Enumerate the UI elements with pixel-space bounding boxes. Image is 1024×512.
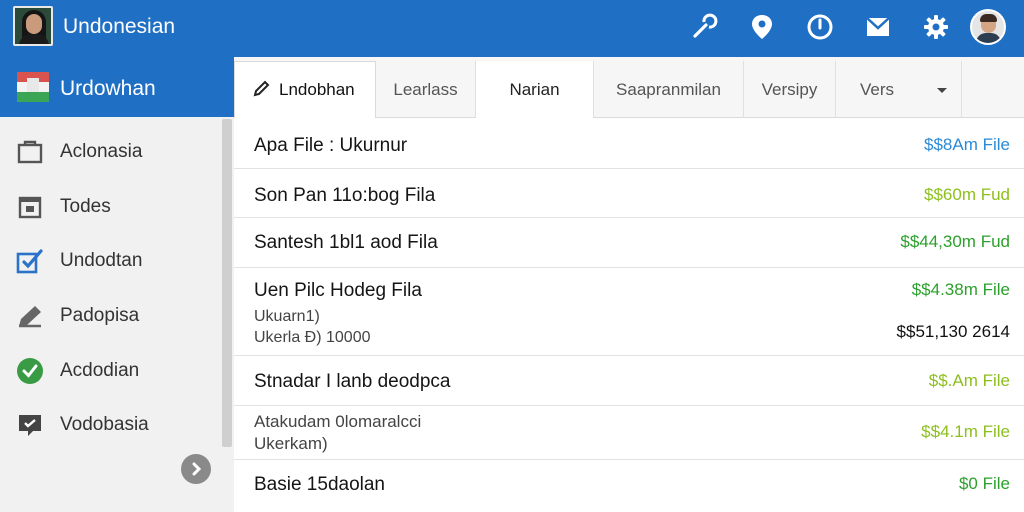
sidebar-scrollbar[interactable]	[222, 119, 232, 447]
user-avatar[interactable]	[970, 9, 1006, 45]
check-circle-icon	[16, 357, 44, 385]
location-pin-icon[interactable]	[744, 9, 780, 45]
tab-label: Vers	[860, 79, 895, 99]
row-title: Basie 15daolan	[254, 474, 385, 495]
tab-label: Narian	[509, 79, 560, 99]
chat-icon	[16, 411, 44, 439]
tab-lndobhan[interactable]: Lndobhan	[234, 61, 376, 118]
row-title: Son Pan 11o:bog Fila	[254, 185, 436, 206]
tab-learlass[interactable]: Learlass	[376, 61, 476, 118]
sidebar-item-label: Padopisa	[60, 305, 140, 327]
row-subtitle: Ukuarn1)	[254, 308, 320, 325]
sidebar-item-aclonasia[interactable]: Aclonasia	[0, 125, 222, 180]
tab-label: Saapranmilan	[616, 79, 721, 99]
row-title: Uen Pilc Hodeg Fila	[254, 280, 422, 301]
gear-icon[interactable]	[918, 9, 954, 45]
row-title: Stnadar I lanb deodpca	[254, 371, 451, 392]
app-logo	[13, 6, 53, 46]
flag-icon	[17, 72, 49, 102]
pencil-icon	[253, 79, 271, 102]
row-secondary-value: $$51,130 2614	[896, 322, 1010, 341]
folder-icon	[16, 138, 44, 166]
row-subtitle: Ukerla Ð) 10000	[254, 329, 371, 346]
wrench-icon[interactable]	[686, 9, 722, 45]
caret-down-icon	[936, 80, 948, 100]
edit-check-icon	[16, 247, 44, 275]
tab-saapranmilan[interactable]: Saapranmilan	[594, 61, 744, 118]
tab-bar: Lndobhan Learlass Narian Saapranmilan Ve…	[234, 57, 1024, 118]
tab-label: Versipy	[761, 79, 818, 99]
list-item[interactable]: Atakudam 0lomaralcci Ukerkam) $$4.1m Fil…	[234, 406, 1024, 460]
calendar-icon	[16, 193, 44, 221]
top-icon-group	[664, 9, 1006, 45]
tab-label: Lndobhan	[279, 80, 355, 99]
app-title: Undonesian	[63, 15, 176, 38]
sidebar-item-label: Vodobasia	[60, 414, 149, 436]
tab-label: Learlass	[393, 79, 458, 99]
list-item[interactable]: Uen Pilc Hodeg Fila Ukuarn1) Ukerla Ð) 1…	[234, 268, 1024, 356]
row-subtitle: Ukerkam)	[254, 434, 328, 453]
sidebar: Urdowhan Aclonasia Todes Undodtan Padopi…	[0, 57, 234, 512]
sidebar-item-vodobasia[interactable]: Vodobasia	[0, 398, 222, 453]
chevron-right-icon[interactable]	[181, 454, 211, 484]
list-item[interactable]: Basie 15daolan $0 File	[234, 460, 1024, 512]
sidebar-item-todes[interactable]: Todes	[0, 180, 222, 235]
sidebar-item-undodtan[interactable]: Undodtan	[0, 234, 222, 289]
row-title: Apa File : Ukurnur	[254, 135, 408, 156]
row-value: $$.Am File	[928, 371, 1010, 390]
sidebar-list: Aclonasia Todes Undodtan Padopisa Acdodi…	[0, 125, 222, 453]
sidebar-item-label: Undodtan	[60, 250, 143, 272]
row-value: $$4.1m File	[921, 422, 1010, 441]
sidebar-header[interactable]: Urdowhan	[0, 57, 234, 117]
sidebar-item-label: Todes	[60, 195, 111, 217]
inbox-icon[interactable]	[860, 9, 896, 45]
list-item[interactable]: Son Pan 11o:bog Fila $$60m Fud	[234, 169, 1024, 218]
sidebar-item-acdodian[interactable]: Acdodian	[0, 343, 222, 398]
row-value: $$44,30m Fud	[900, 232, 1010, 251]
clock-icon[interactable]	[802, 9, 838, 45]
tab-versipy[interactable]: Versipy	[744, 61, 836, 118]
sidebar-item-label: Acdodian	[60, 359, 140, 381]
sidebar-item-padopisa[interactable]: Padopisa	[0, 289, 222, 344]
tab-narian[interactable]: Narian	[476, 61, 594, 118]
top-app-bar: Undonesian	[0, 0, 1024, 57]
pencil-icon	[16, 302, 44, 330]
list-item[interactable]: Stnadar I lanb deodpca $$.Am File	[234, 356, 1024, 406]
row-title: Santesh 1bl1 aod Fila	[254, 232, 438, 253]
row-value: $$4.38m File	[911, 280, 1010, 299]
tab-vers[interactable]: Vers	[836, 61, 962, 118]
sidebar-header-label: Urdowhan	[60, 77, 156, 100]
file-list: Apa File : Ukurnur $$8Am File Son Pan 11…	[234, 118, 1024, 512]
row-value: $$60m Fud	[924, 185, 1010, 204]
row-title: Atakudam 0lomaralcci	[254, 412, 422, 431]
list-item[interactable]: Santesh 1bl1 aod Fila $$44,30m Fud	[234, 218, 1024, 268]
list-item[interactable]: Apa File : Ukurnur $$8Am File	[234, 118, 1024, 169]
row-value: $$8Am File	[924, 135, 1010, 154]
sidebar-item-label: Aclonasia	[60, 141, 143, 163]
row-value: $0 File	[958, 474, 1010, 493]
